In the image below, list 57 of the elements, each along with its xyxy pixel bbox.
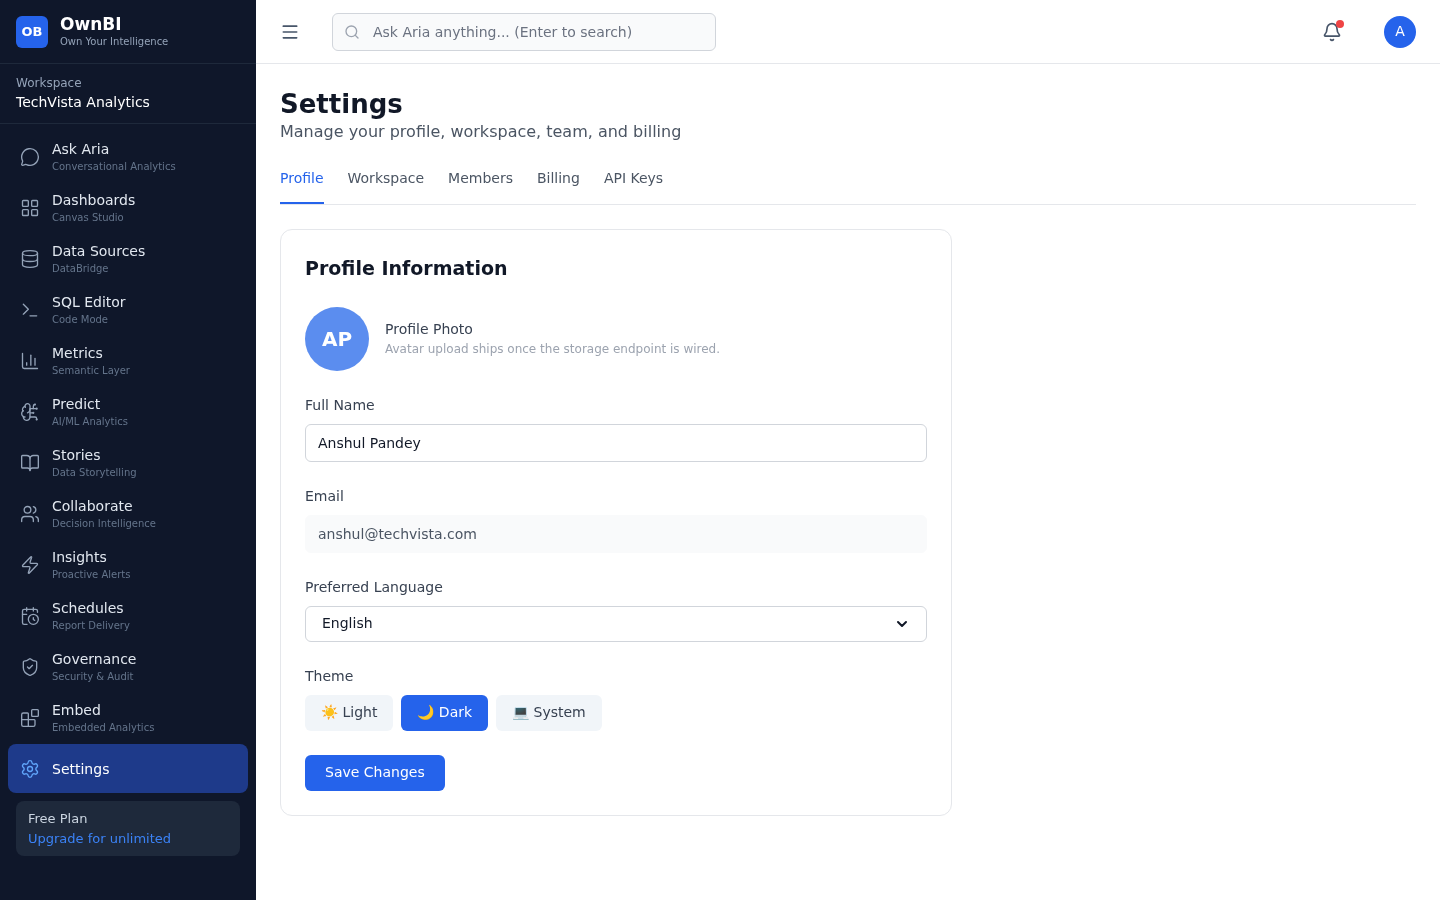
page-title: Settings [280,88,404,120]
shield-icon [20,656,40,677]
user-avatar[interactable]: A [1384,15,1416,48]
nav-item[interactable]: Governance Security & Audit [8,642,248,691]
plan-name: Free Plan [28,810,89,828]
chat-bubble-icon [20,146,40,167]
language-select[interactable]: English [305,605,927,642]
theme-option[interactable]: 🌙 Dark [401,694,489,731]
tab[interactable]: Billing [536,168,580,204]
field-label: Full Name [305,395,376,415]
bell-icon [1322,21,1342,42]
brand-tagline: Own Your Intelligence [60,35,169,49]
calendar-clock-icon [20,605,40,626]
blocks-icon [20,707,40,728]
theme-label: Theme [305,666,355,686]
tab[interactable]: Members [448,168,513,204]
users-icon [20,503,40,524]
nav-item[interactable]: Predict AI/ML Analytics [8,387,248,436]
lightning-icon [20,554,40,575]
brand-name: OwnBI [60,14,123,34]
field-label: Email [305,486,345,506]
database-icon [20,248,40,269]
book-icon [20,452,40,473]
logo: OB [16,15,48,48]
bar-chart-icon [20,350,40,371]
photo-label: Profile Photo [385,320,474,339]
theme-option[interactable]: ☀ Light [305,694,394,731]
nav-item[interactable]: Dashboards Canvas Studio [8,183,248,232]
nav-item[interactable]: Stories Data Storytelling [8,438,248,487]
nav-item[interactable]: Embed Embedded Analytics [8,693,248,742]
nav-item[interactable]: Insights Proactive Alerts [8,540,248,589]
save-button[interactable]: Save Changes [305,754,445,791]
search-icon [344,23,360,40]
input-field[interactable]: Anshul Pandey [305,423,927,462]
tab[interactable]: Workspace [347,168,425,204]
workspace-label: Workspace [16,75,83,92]
brain-icon [20,401,40,422]
upgrade-link[interactable]: Upgrade for unlimited [28,828,228,848]
nav-item[interactable]: Collaborate Decision Intelligence [8,489,248,538]
workspace-name: TechVista Analytics [16,93,151,112]
field-label: Preferred Language [305,577,444,597]
grid-icon [20,197,40,218]
card-title: Profile Information [305,256,509,281]
nav-item[interactable]: Settings [8,744,248,793]
nav-item[interactable]: Data Sources DataBridge [8,234,248,283]
nav-item[interactable]: SQL Editor Code Mode [8,285,248,334]
page-subtitle: Manage your profile, workspace, team, and billing [280,121,683,143]
tab[interactable]: API Keys [603,168,664,204]
theme-option[interactable]: 💻 System [496,694,602,731]
profile-avatar: AP [305,306,369,371]
nav-item[interactable]: Schedules Report Delivery [8,591,248,640]
tab[interactable]: Profile [280,168,324,204]
settings-icon [20,758,40,779]
nav-item[interactable]: Metrics Semantic Layer [8,336,248,385]
photo-hint: Avatar upload ships once the storage endpoint is wired. [385,341,721,358]
nav-item[interactable]: Ask Aria Conversational Analytics [8,132,248,181]
search-field[interactable]: Ask Aria anything... (Enter to search) [332,12,716,51]
